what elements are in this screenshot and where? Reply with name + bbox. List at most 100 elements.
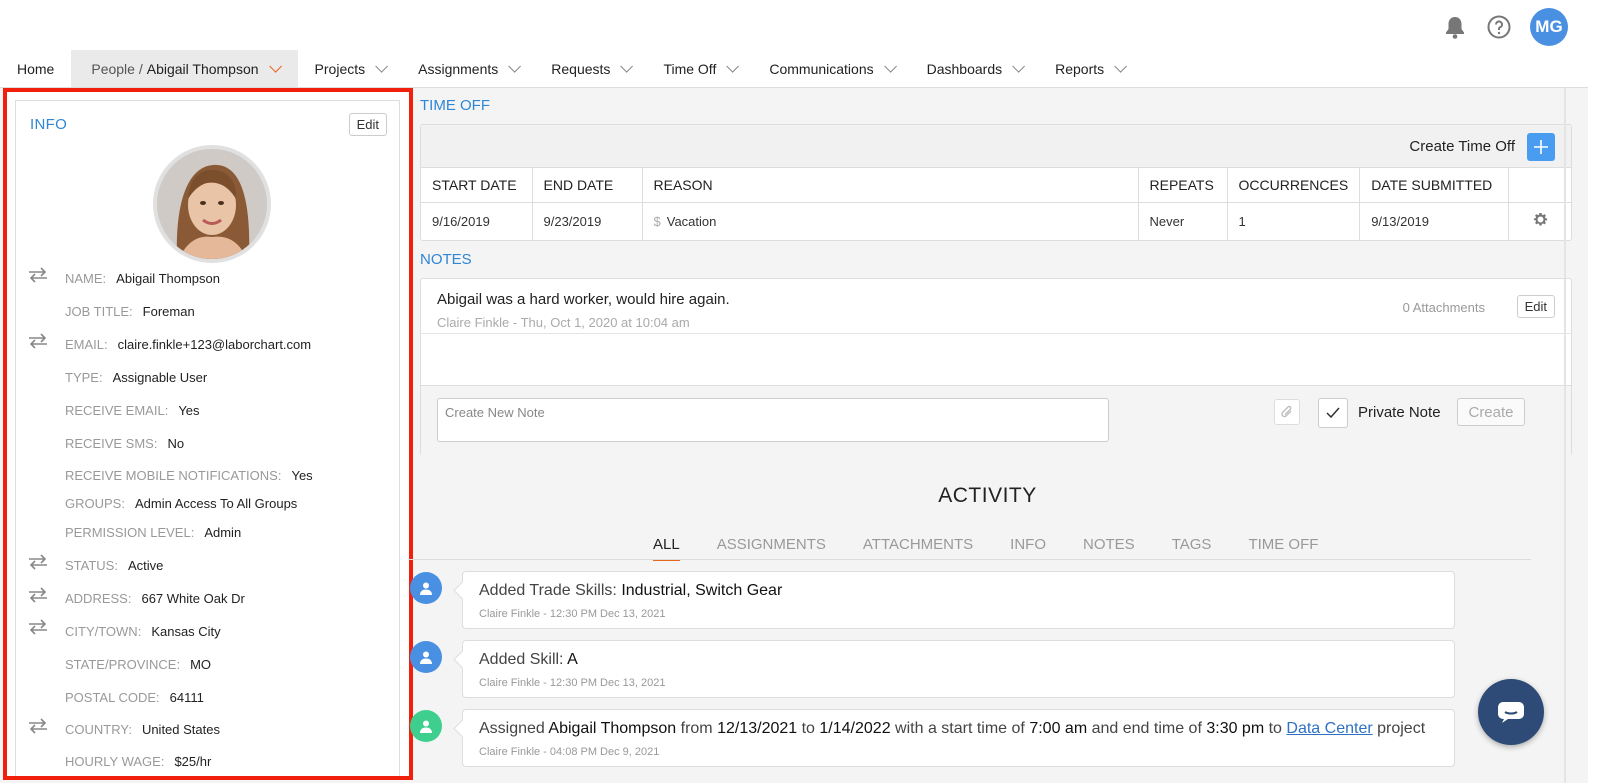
nav-dashboards-label: Dashboards (926, 60, 1003, 77)
profile-photo (153, 145, 271, 263)
top-icons: MG (1442, 8, 1568, 46)
plus-icon (1534, 140, 1548, 154)
user-avatar[interactable]: MG (1530, 8, 1568, 46)
field-status: STATUS: Active (65, 558, 164, 573)
time-off-card: Create Time Off START DATE END DATE REAS… (420, 124, 1572, 241)
create-note-button[interactable]: Create (1457, 398, 1525, 426)
activity-text: Added Trade Skills: Industrial, Switch G… (479, 582, 783, 599)
note-text: Abigail was a hard worker, would hire ag… (437, 291, 730, 308)
cell-occurrences: 1 (1227, 202, 1361, 240)
field-groups: GROUPS: Admin Access To All Groups (65, 496, 298, 511)
top-bar: MG (0, 0, 1600, 50)
user-avatar-icon (410, 641, 442, 673)
tab-notes[interactable]: NOTES (1083, 536, 1135, 561)
info-title: INFO (30, 116, 68, 133)
chevron-down-icon (620, 60, 634, 73)
create-time-off-label: Create Time Off (1409, 138, 1515, 155)
chat-icon (1498, 702, 1524, 723)
field-permission-level: PERMISSION LEVEL: Admin (65, 525, 242, 540)
info-edit-button[interactable]: Edit (348, 113, 387, 136)
activity-text: Added Skill: A (479, 651, 578, 668)
field-country: COUNTRY: United States (65, 722, 220, 737)
chevron-down-icon (508, 60, 522, 73)
nav-home[interactable]: Home (0, 50, 71, 87)
cell-end: 9/23/2019 (532, 202, 643, 240)
table-row[interactable]: 9/16/2019 9/23/2019 $ Vacation Never 1 9/… (421, 202, 1571, 240)
nav-people-prefix: People / (91, 60, 143, 77)
col-date-submitted: DATE SUBMITTED (1359, 168, 1510, 203)
divider (421, 333, 1571, 334)
nav-communications[interactable]: Communications (752, 50, 909, 87)
nav-people[interactable]: People / Abigail Thompson (71, 50, 298, 87)
field-postal-code: POSTAL CODE: 64111 (65, 690, 204, 705)
nav-requests[interactable]: Requests (534, 50, 646, 87)
tab-time-off[interactable]: TIME OFF (1248, 536, 1318, 561)
field-state: STATE/PROVINCE: MO (65, 657, 212, 672)
chevron-down-icon (726, 60, 740, 73)
time-off-header: Create Time Off (421, 125, 1571, 168)
field-type: TYPE: Assignable User (65, 370, 208, 385)
activity-meta: Claire Finkle - 04:08 PM Dec 9, 2021 (479, 746, 660, 758)
activity-card: Added Trade Skills: Industrial, Switch G… (462, 571, 1455, 629)
col-repeats: REPEATS (1138, 168, 1228, 203)
chevron-down-icon (1012, 60, 1026, 73)
nav-assignments[interactable]: Assignments (401, 50, 534, 87)
note-timestamp: Thu, Oct 1, 2020 at 10:04 am (520, 315, 690, 330)
bell-icon[interactable] (1442, 14, 1468, 40)
field-name: NAME: Abigail Thompson (65, 271, 220, 286)
nav-time-off[interactable]: Time Off (646, 50, 752, 87)
col-reason: REASON (642, 168, 1139, 203)
field-receive-sms: RECEIVE SMS: No (65, 436, 185, 451)
col-actions (1508, 168, 1571, 203)
dollar-icon: $ (653, 213, 661, 229)
tab-all[interactable]: ALL (653, 536, 680, 561)
cell-reason-text: Vacation (666, 213, 717, 229)
new-note-input[interactable]: Create New Note (437, 398, 1109, 442)
sync-icon (29, 333, 47, 349)
tab-tags[interactable]: TAGS (1172, 536, 1212, 561)
attach-button[interactable] (1274, 399, 1300, 425)
project-link[interactable]: Data Center (1286, 720, 1372, 737)
user-avatar-icon (410, 710, 442, 742)
cell-reason: $ Vacation (642, 202, 1139, 240)
nav-requests-label: Requests (551, 60, 611, 77)
time-off-table: START DATE END DATE REASON REPEATS OCCUR… (421, 168, 1571, 240)
create-time-off-button[interactable] (1527, 133, 1555, 161)
info-panel-highlight: INFO Edit NAME: Abigail Thompson JOB TITL… (3, 88, 413, 780)
field-email: EMAIL: claire.finkle+123@laborchart.com (65, 337, 312, 352)
attachments-count[interactable]: 0 Attachments (1403, 300, 1485, 315)
note-edit-button[interactable]: Edit (1516, 295, 1555, 318)
new-note-bar: Create New Note Private Note Create (421, 385, 1571, 457)
nav-dashboards[interactable]: Dashboards (910, 50, 1039, 87)
private-note-checkbox[interactable] (1318, 398, 1348, 428)
col-occurrences: OCCURRENCES (1227, 168, 1361, 203)
tab-info[interactable]: INFO (1010, 536, 1046, 561)
scrollbar-track[interactable] (1564, 88, 1566, 783)
nav-projects[interactable]: Projects (298, 50, 402, 87)
tab-attachments[interactable]: ATTACHMENTS (863, 536, 973, 561)
chevron-down-icon (883, 60, 897, 73)
nav-home-label: Home (17, 60, 55, 77)
nav-communications-label: Communications (769, 60, 874, 77)
field-city: CITY/TOWN: Kansas City (65, 624, 221, 639)
col-end-date: END DATE (532, 168, 643, 203)
nav-people-name: Abigail Thompson (146, 60, 259, 77)
chevron-down-icon (268, 60, 282, 73)
activity-meta: Claire Finkle - 12:30 PM Dec 13, 2021 (479, 677, 666, 689)
col-start-date: START DATE (421, 168, 533, 203)
chevron-down-icon (375, 60, 389, 73)
private-note-label: Private Note (1358, 404, 1441, 421)
field-job-title: JOB TITLE: Foreman (65, 304, 195, 319)
cell-actions (1509, 202, 1571, 240)
nav-reports-label: Reports (1055, 60, 1105, 77)
check-icon (1326, 407, 1340, 419)
nav-reports[interactable]: Reports (1038, 50, 1140, 87)
tab-assignments[interactable]: ASSIGNMENTS (717, 536, 826, 561)
chat-button[interactable] (1478, 679, 1544, 745)
notes-card: Abigail was a hard worker, would hire ag… (420, 278, 1572, 457)
activity-meta: Claire Finkle - 12:30 PM Dec 13, 2021 (479, 608, 666, 620)
activity-card: Assigned Abigail Thompson from 12/13/202… (462, 709, 1455, 767)
help-icon[interactable] (1486, 14, 1512, 40)
activity-card: Added Skill: A Claire Finkle - 12:30 PM … (462, 640, 1455, 698)
gear-icon[interactable] (1532, 211, 1549, 228)
